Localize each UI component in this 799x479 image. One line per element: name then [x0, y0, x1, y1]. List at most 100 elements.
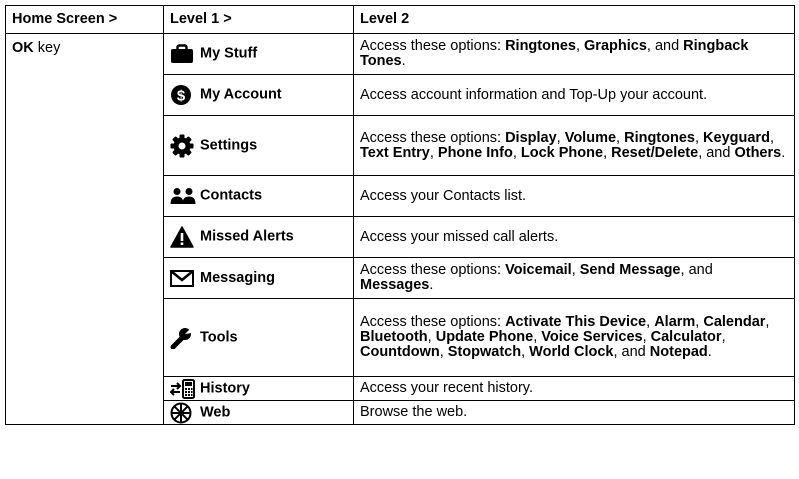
description-text: ,	[429, 144, 438, 161]
level2-cell: Access these options: Voicemail, Send Me…	[353, 257, 795, 299]
description-text: , and	[680, 262, 713, 278]
description-text: ,	[721, 329, 726, 345]
description-text: Access your Contacts list.	[360, 187, 526, 204]
level1-label: History	[200, 380, 250, 396]
header-level-2: Level 2	[353, 5, 795, 34]
ok-key-label: OK	[12, 40, 34, 56]
option-name: Voicemail	[505, 262, 572, 278]
description-text: , and	[613, 344, 650, 360]
level1-label: Web	[200, 404, 231, 420]
menu-table-body: OK key My Stuff Access these options: Ri…	[5, 33, 795, 425]
level2-cell: Access your missed call alerts.	[353, 216, 795, 258]
description-text: Access these options:	[360, 262, 506, 278]
level1-cell: Tools	[163, 298, 354, 377]
option-name: Messages	[360, 277, 430, 293]
option-name: Display	[505, 129, 557, 146]
level2-cell: Access these options: Ringtones, Graphic…	[353, 33, 795, 75]
description-text: .	[781, 144, 786, 161]
option-name: Phone Info	[437, 144, 513, 161]
header-level-1: Level 1 >	[163, 5, 354, 34]
description-text: Access your missed call alerts.	[360, 228, 559, 245]
level1-cell: Web	[163, 400, 354, 425]
level2-cell: Access these options: Display, Volume, R…	[353, 115, 795, 176]
option-name: Calculator	[650, 329, 722, 345]
dollar-icon: $	[170, 84, 200, 106]
option-name: Update Phone	[435, 329, 534, 345]
option-name: Voice Services	[541, 329, 643, 345]
option-name: Stopwatch	[447, 344, 522, 360]
description-text: ,	[556, 129, 565, 146]
level2-cell: Browse the web.	[353, 400, 795, 425]
description-text: ,	[571, 262, 580, 278]
level1-label: Settings	[200, 137, 258, 153]
option-name: Graphics	[584, 38, 647, 54]
level1-label: Tools	[200, 329, 238, 345]
level1-cell: Settings	[163, 115, 354, 176]
description-text: ,	[512, 144, 521, 161]
level1-cell: Missed Alerts	[163, 216, 354, 258]
description-text: .	[707, 344, 712, 360]
history-icon	[170, 378, 200, 399]
description-text: ,	[427, 329, 436, 345]
option-name: Ringtones	[505, 38, 576, 54]
option-name: Send Message	[579, 262, 681, 278]
description-text: Access your recent history.	[360, 380, 533, 396]
option-name: Notepad	[649, 344, 708, 360]
alert-icon	[170, 226, 200, 248]
level1-cell: $ My Account	[163, 74, 354, 116]
option-name: Others	[734, 144, 782, 161]
description-text: ,	[603, 144, 612, 161]
level1-cell: History	[163, 376, 354, 401]
gear-icon	[170, 134, 200, 158]
wrench-icon	[170, 326, 200, 349]
description-text: Access account information and Top-Up yo…	[360, 86, 708, 103]
envelope-icon	[170, 269, 200, 287]
level1-label: Messaging	[200, 269, 275, 286]
description-text: ,	[616, 129, 625, 146]
description-text: ,	[439, 344, 448, 360]
description-text: ,	[521, 344, 530, 360]
level2-cell: Access your Contacts list.	[353, 175, 795, 217]
option-name: Text Entry	[360, 144, 430, 161]
description-text: Access these options:	[360, 314, 506, 330]
description-text: ,	[769, 129, 774, 146]
description-text: ,	[575, 38, 585, 54]
briefcase-icon	[170, 44, 200, 64]
globe-icon	[170, 402, 200, 424]
level1-label: My Account	[200, 86, 282, 103]
level1-label: Contacts	[200, 187, 263, 204]
option-name: Bluetooth	[360, 329, 428, 345]
description-text: ,	[694, 129, 704, 146]
description-text: ,	[646, 314, 655, 330]
level2-cell: Access your recent history.	[353, 376, 795, 401]
table-row: OK key My Stuff Access these options: Ri…	[5, 33, 795, 425]
option-name: Activate This Device	[505, 314, 647, 330]
description-text: , and	[646, 38, 684, 54]
description-text: .	[401, 53, 406, 69]
option-name: Volume	[564, 129, 617, 146]
option-name: Ringtones	[624, 129, 695, 146]
option-name: Lock Phone	[520, 144, 604, 161]
description-text: .	[429, 277, 434, 293]
description-text: ,	[642, 329, 651, 345]
level1-cell: Contacts	[163, 175, 354, 217]
menu-table: Home Screen > Level 1 > Level 2 OK key M…	[5, 5, 795, 425]
level1-cell: My Stuff	[163, 33, 354, 75]
description-text: Access these options:	[360, 38, 506, 54]
ok-key-cell: OK key	[5, 33, 164, 425]
svg-text:$: $	[177, 88, 186, 105]
ok-key-suffix: key	[33, 40, 61, 56]
contacts-icon	[170, 187, 200, 205]
option-name: Alarm	[654, 314, 696, 330]
description-text: , and	[698, 144, 735, 161]
level1-cell: Messaging	[163, 257, 354, 299]
option-name: Reset/Delete	[611, 144, 699, 161]
header-home-screen: Home Screen >	[5, 5, 164, 34]
option-name: Calendar	[703, 314, 766, 330]
option-name: Keyguard	[703, 129, 770, 146]
description-text: ,	[765, 314, 770, 330]
level1-label: My Stuff	[200, 45, 258, 62]
level2-cell: Access account information and Top-Up yo…	[353, 74, 795, 116]
description-text: Browse the web.	[360, 404, 468, 420]
header-row: Home Screen > Level 1 > Level 2	[5, 5, 795, 34]
